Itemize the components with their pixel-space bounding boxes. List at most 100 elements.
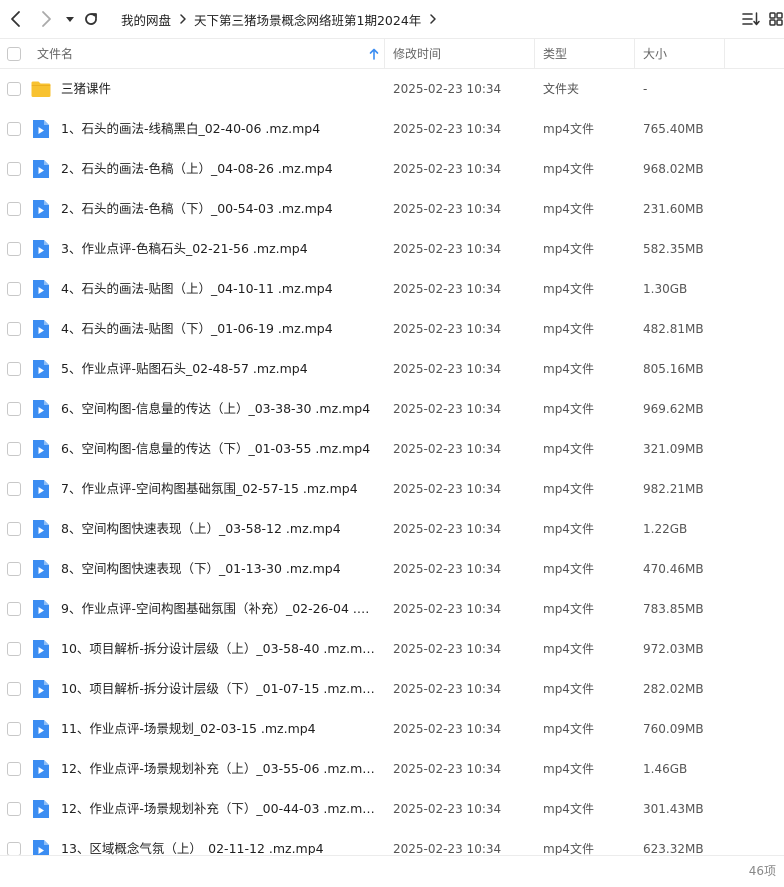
row-checkbox[interactable] xyxy=(7,482,21,496)
forward-button[interactable] xyxy=(36,9,56,29)
row-checkbox[interactable] xyxy=(7,202,21,216)
file-type: mp4文件 xyxy=(543,722,594,736)
grid-view-icon xyxy=(769,12,783,26)
column-divider[interactable] xyxy=(634,39,635,68)
table-row[interactable]: 10、项目解析-拆分设计层级（下）_01-07-15 .mz.mp4 2025-0… xyxy=(0,669,784,709)
file-type: mp4文件 xyxy=(543,642,594,656)
sort-button[interactable] xyxy=(740,9,762,29)
row-checkbox[interactable] xyxy=(7,362,21,376)
row-checkbox[interactable] xyxy=(7,162,21,176)
row-checkbox[interactable] xyxy=(7,522,21,536)
checkbox[interactable] xyxy=(7,46,21,61)
table-row[interactable]: 8、空间构图快速表现（上）_03-58-12 .mz.mp4 2025-02-23… xyxy=(0,509,784,549)
refresh-button[interactable] xyxy=(81,9,101,29)
column-modified[interactable]: 修改时间 xyxy=(393,39,441,68)
file-name: 9、作业点评-空间构图基础氛围（补充）_02-26-04 .mz.... xyxy=(61,601,375,616)
breadcrumb-item-current[interactable]: 天下第三猪场景概念网络班第1期2024年 xyxy=(194,10,421,29)
table-row[interactable]: 10、项目解析-拆分设计层级（上）_03-58-40 .mz.mp4 2025-0… xyxy=(0,629,784,669)
video-file-icon xyxy=(31,359,51,379)
file-modified-time: 2025-02-23 10:34 xyxy=(393,362,502,376)
column-name[interactable]: 文件名 xyxy=(37,39,73,68)
video-file-icon xyxy=(31,759,51,779)
breadcrumb-item-root[interactable]: 我的网盘 xyxy=(121,10,171,29)
table-row[interactable]: 4、石头的画法-贴图（下）_01-06-19 .mz.mp4 2025-02-23… xyxy=(0,309,784,349)
row-checkbox[interactable] xyxy=(7,402,21,416)
file-modified-time: 2025-02-23 10:34 xyxy=(393,682,502,696)
table-row[interactable]: 5、作业点评-贴图石头_02-48-57 .mz.mp4 2025-02-23 1… xyxy=(0,349,784,389)
column-divider[interactable] xyxy=(724,39,725,68)
table-row[interactable]: 6、空间构图-信息量的传达（上）_03-38-30 .mz.mp4 2025-02… xyxy=(0,389,784,429)
file-size: 301.43MB xyxy=(643,802,704,816)
column-type[interactable]: 类型 xyxy=(543,39,567,68)
file-name: 8、空间构图快速表现（上）_03-58-12 .mz.mp4 xyxy=(61,521,341,536)
file-size: 969.62MB xyxy=(643,402,704,416)
select-all-checkbox[interactable] xyxy=(7,39,21,68)
file-size: 1.46GB xyxy=(643,762,688,776)
row-checkbox[interactable] xyxy=(7,602,21,616)
row-checkbox[interactable] xyxy=(7,802,21,816)
table-row[interactable]: 11、作业点评-场景规划_02-03-15 .mz.mp4 2025-02-23 … xyxy=(0,709,784,749)
file-name: 三猪课件 xyxy=(61,81,112,96)
column-size[interactable]: 大小 xyxy=(643,39,667,68)
row-checkbox[interactable] xyxy=(7,642,21,656)
row-checkbox[interactable] xyxy=(7,842,21,855)
video-file-icon xyxy=(31,679,51,699)
file-name: 5、作业点评-贴图石头_02-48-57 .mz.mp4 xyxy=(61,361,308,376)
file-name: 1、石头的画法-线稿黑白_02-40-06 .mz.mp4 xyxy=(61,121,321,136)
table-row[interactable]: 1、石头的画法-线稿黑白_02-40-06 .mz.mp4 2025-02-23 … xyxy=(0,109,784,149)
file-name: 7、作业点评-空间构图基础氛围_02-57-15 .mz.mp4 xyxy=(61,481,358,496)
table-row[interactable]: 6、空间构图-信息量的传达（下）_01-03-55 .mz.mp4 2025-02… xyxy=(0,429,784,469)
row-checkbox[interactable] xyxy=(7,82,21,96)
file-size: 282.02MB xyxy=(643,682,704,696)
table-row[interactable]: 三猪课件 2025-02-23 10:34 文件夹 - xyxy=(0,69,784,109)
row-checkbox[interactable] xyxy=(7,762,21,776)
row-checkbox[interactable] xyxy=(7,562,21,576)
file-name: 12、作业点评-场景规划补充（上）_03-55-06 .mz.mp4 xyxy=(61,761,375,776)
file-modified-time: 2025-02-23 10:34 xyxy=(393,242,502,256)
video-file-icon xyxy=(31,599,51,619)
row-checkbox[interactable] xyxy=(7,682,21,696)
caret-down-icon xyxy=(66,17,74,22)
table-row[interactable]: 3、作业点评-色稿石头_02-21-56 .mz.mp4 2025-02-23 1… xyxy=(0,229,784,269)
video-file-icon xyxy=(31,799,51,819)
table-row[interactable]: 4、石头的画法-贴图（上）_04-10-11 .mz.mp4 2025-02-23… xyxy=(0,269,784,309)
video-file-icon xyxy=(31,279,51,299)
table-row[interactable]: 7、作业点评-空间构图基础氛围_02-57-15 .mz.mp4 2025-02-… xyxy=(0,469,784,509)
column-divider[interactable] xyxy=(384,39,385,68)
row-checkbox[interactable] xyxy=(7,442,21,456)
chevron-right-icon[interactable] xyxy=(429,14,437,24)
file-type: mp4文件 xyxy=(543,162,594,176)
sort-arrow[interactable] xyxy=(369,39,379,68)
table-row[interactable]: 2、石头的画法-色稿（上）_04-08-26 .mz.mp4 2025-02-23… xyxy=(0,149,784,189)
file-size: 765.40MB xyxy=(643,122,704,136)
grid-view-button[interactable] xyxy=(768,9,784,29)
file-modified-time: 2025-02-23 10:34 xyxy=(393,402,502,416)
file-modified-time: 2025-02-23 10:34 xyxy=(393,762,502,776)
table-row[interactable]: 13、区域概念气氛（上）_02-11-12 .mz.mp4 2025-02-23 … xyxy=(0,829,784,855)
column-divider[interactable] xyxy=(534,39,535,68)
table-row[interactable]: 9、作业点评-空间构图基础氛围（补充）_02-26-04 .mz.... 2025… xyxy=(0,589,784,629)
sort-list-icon xyxy=(742,12,760,26)
video-file-icon xyxy=(31,439,51,459)
table-row[interactable]: 12、作业点评-场景规划补充（下）_00-44-03 .mz.mp4 2025-0… xyxy=(0,789,784,829)
chevron-right-icon xyxy=(42,11,51,27)
chevron-left-icon xyxy=(11,11,20,27)
file-modified-time: 2025-02-23 10:34 xyxy=(393,322,502,336)
history-dropdown[interactable] xyxy=(60,9,80,29)
table-row[interactable]: 12、作业点评-场景规划补充（上）_03-55-06 .mz.mp4 2025-0… xyxy=(0,749,784,789)
row-checkbox[interactable] xyxy=(7,282,21,296)
file-name: 4、石头的画法-贴图（下）_01-06-19 .mz.mp4 xyxy=(61,321,333,336)
row-checkbox[interactable] xyxy=(7,322,21,336)
table-row[interactable]: 8、空间构图快速表现（下）_01-13-30 .mz.mp4 2025-02-23… xyxy=(0,549,784,589)
video-file-icon xyxy=(31,399,51,419)
column-header: 文件名 修改时间 类型 大小 xyxy=(0,38,784,69)
row-checkbox[interactable] xyxy=(7,722,21,736)
table-row[interactable]: 2、石头的画法-色稿（下）_00-54-03 .mz.mp4 2025-02-23… xyxy=(0,189,784,229)
file-modified-time: 2025-02-23 10:34 xyxy=(393,642,502,656)
file-modified-time: 2025-02-23 10:34 xyxy=(393,122,502,136)
back-button[interactable] xyxy=(6,9,26,29)
file-size: 1.30GB xyxy=(643,282,688,296)
row-checkbox[interactable] xyxy=(7,122,21,136)
file-modified-time: 2025-02-23 10:34 xyxy=(393,602,502,616)
row-checkbox[interactable] xyxy=(7,242,21,256)
